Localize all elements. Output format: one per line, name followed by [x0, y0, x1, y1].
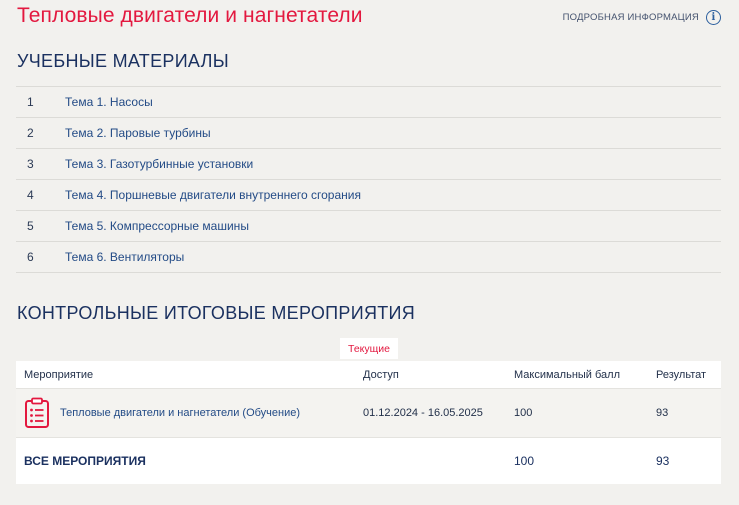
event-cell: Тепловые двигатели и нагнетатели (Обучен… [16, 397, 363, 429]
material-number: 1 [27, 95, 34, 109]
total-max-score: 100 [514, 454, 535, 468]
material-link[interactable]: Тема 3. Газотурбинные установки [65, 157, 253, 171]
column-header-access: Доступ [363, 368, 399, 381]
list-item: 5 Тема 5. Компрессорные машины [16, 211, 721, 242]
total-label: ВСЕ МЕРОПРИЯТИЯ [24, 454, 146, 468]
column-header-result: Результат [656, 368, 707, 381]
table-row: Тепловые двигатели и нагнетатели (Обучен… [16, 389, 721, 437]
material-link[interactable]: Тема 4. Поршневые двигатели внутреннего … [65, 188, 361, 202]
tab-current[interactable]: Текущие [340, 338, 398, 359]
event-max-score: 100 [514, 407, 533, 419]
material-number: 6 [27, 250, 34, 264]
list-item: 1 Тема 1. Насосы [16, 87, 721, 118]
list-item: 4 Тема 4. Поршневые двигатели внутреннег… [16, 180, 721, 211]
more-info-label: ПОДРОБНАЯ ИНФОРМАЦИЯ [562, 12, 699, 23]
events-heading: КОНТРОЛЬНЫЕ ИТОГОВЫЕ МЕРОПРИЯТИЯ [17, 303, 416, 323]
total-row: ВСЕ МЕРОПРИЯТИЯ 100 93 [16, 437, 721, 484]
materials-list: 1 Тема 1. Насосы 2 Тема 2. Паровые турби… [16, 86, 721, 273]
clipboard-list-icon [24, 397, 50, 429]
material-number: 2 [27, 126, 34, 140]
materials-heading: УЧЕБНЫЕ МАТЕРИАЛЫ [17, 51, 229, 71]
material-link[interactable]: Тема 2. Паровые турбины [65, 126, 211, 140]
material-number: 4 [27, 188, 34, 202]
list-item: 6 Тема 6. Вентиляторы [16, 242, 721, 273]
material-link[interactable]: Тема 5. Компрессорные машины [65, 219, 249, 233]
info-circle-icon[interactable]: i [706, 10, 721, 25]
event-link[interactable]: Тепловые двигатели и нагнетатели (Обучен… [60, 407, 300, 419]
material-link[interactable]: Тема 6. Вентиляторы [65, 250, 184, 264]
list-item: 2 Тема 2. Паровые турбины [16, 118, 721, 149]
list-item: 3 Тема 3. Газотурбинные установки [16, 149, 721, 180]
column-header-max-score: Максимальный балл [514, 368, 620, 381]
material-link[interactable]: Тема 1. Насосы [65, 95, 153, 109]
material-number: 5 [27, 219, 34, 233]
table-header: Мероприятие Доступ Максимальный балл Рез… [16, 361, 721, 389]
material-number: 3 [27, 157, 34, 171]
page-title: Тепловые двигатели и нагнетатели [17, 4, 363, 27]
event-result: 93 [656, 407, 669, 419]
event-access: 01.12.2024 - 16.05.2025 [363, 407, 483, 419]
more-info-link[interactable]: ПОДРОБНАЯ ИНФОРМАЦИЯ i [563, 10, 721, 25]
events-table: Мероприятие Доступ Максимальный балл Рез… [16, 361, 721, 484]
total-result: 93 [656, 454, 670, 468]
column-header-event: Мероприятие [24, 368, 94, 381]
